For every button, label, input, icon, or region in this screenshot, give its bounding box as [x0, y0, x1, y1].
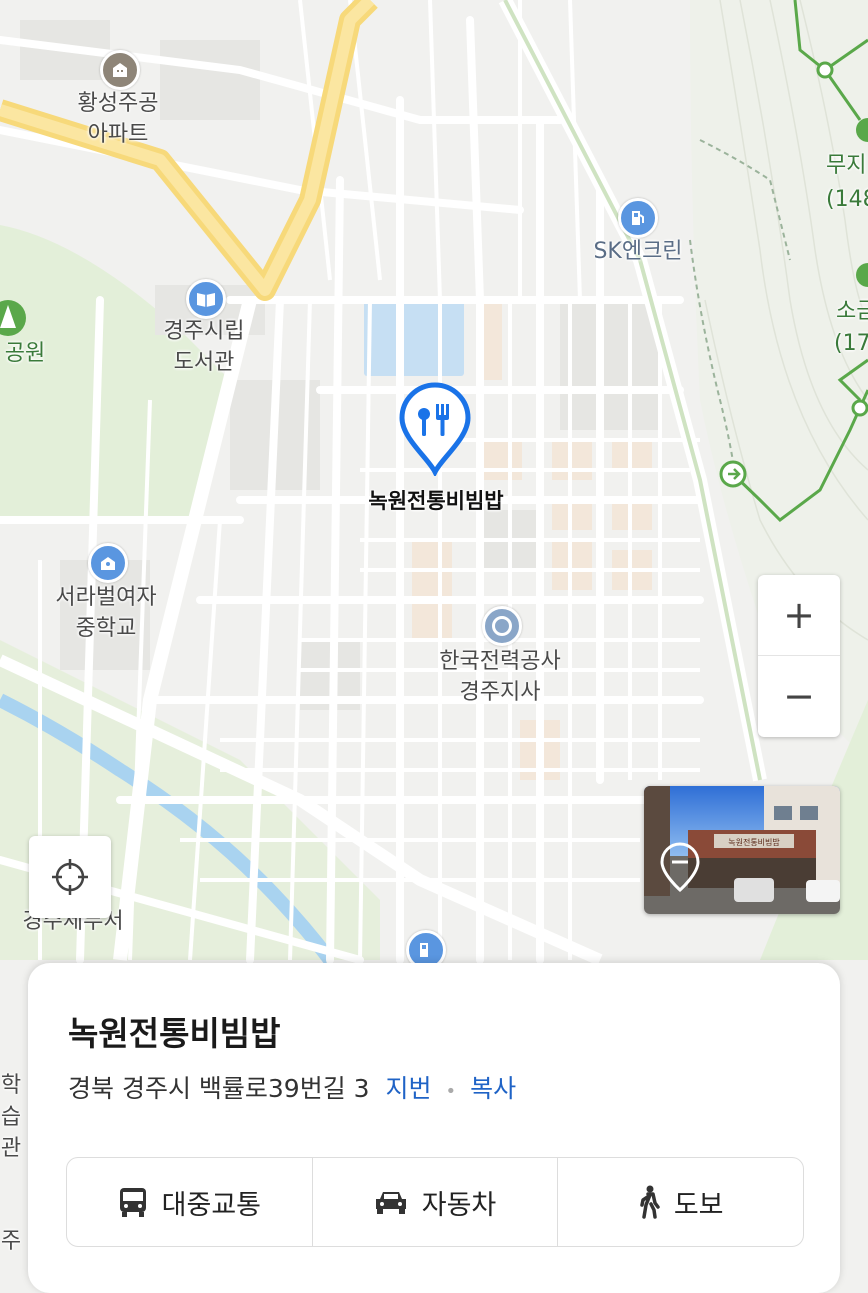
storefront-photo: 녹원전통비빔밥	[644, 786, 840, 914]
library-icon[interactable]	[186, 279, 226, 319]
place-name: 녹원전통비빔밥	[68, 1014, 281, 1053]
mountain1-label[interactable]: 무지	[826, 150, 868, 181]
walk-button[interactable]: 도보	[557, 1158, 803, 1246]
apartment-label[interactable]: 황성주공 아파트	[48, 88, 188, 150]
left-edge-label-2: 습관	[0, 1105, 22, 1161]
zoom-control: + −	[758, 575, 840, 737]
separator-dot: •	[445, 1081, 457, 1102]
library-label[interactable]: 경주시립 도서관	[134, 316, 274, 378]
mountain1-height: (148	[826, 187, 868, 212]
car-label: 자동차	[421, 1189, 497, 1221]
car-icon	[375, 1192, 406, 1214]
copy-link[interactable]: 복사	[470, 1074, 516, 1103]
crosshair-icon	[52, 859, 88, 895]
bus-icon	[119, 1188, 146, 1217]
place-marker[interactable]	[398, 382, 472, 478]
current-location-button[interactable]	[29, 836, 111, 918]
place-info-sheet: 녹원전통비빔밥 경북 경주시 백률로39번길 3 지번 • 복사 대중교통 자동…	[28, 963, 840, 1293]
jibun-link[interactable]: 지번	[386, 1074, 432, 1103]
mountain2-label[interactable]: 소금	[836, 296, 868, 327]
car-button[interactable]: 자동차	[311, 1158, 558, 1246]
transit-label: 대중교통	[161, 1189, 262, 1221]
street-view-thumbnail[interactable]: 녹원전통비빔밥	[644, 786, 840, 914]
restaurant-marker-icon	[399, 382, 471, 478]
school-icon[interactable]	[88, 543, 128, 583]
gas-station-label[interactable]: SK엔크린	[578, 236, 698, 267]
kepco-icon[interactable]	[482, 606, 522, 646]
directions-buttons: 대중교통 자동차 도보	[66, 1157, 804, 1247]
walk-icon	[640, 1185, 660, 1219]
place-address-row: 경북 경주시 백률로39번길 3 지번 • 복사	[68, 1069, 516, 1105]
transit-button[interactable]: 대중교통	[67, 1158, 312, 1246]
gas-station-icon[interactable]	[618, 198, 658, 238]
park-label[interactable]: 공원	[0, 338, 60, 369]
left-edge-label-1: 학	[0, 1073, 22, 1098]
school-label[interactable]: 서라벌여자 중학교	[36, 582, 176, 644]
storefront-sign: 녹원전통비빔밥	[728, 837, 780, 847]
zoom-in-button[interactable]: +	[758, 575, 840, 656]
mountain2-height: (17	[834, 331, 868, 356]
kepco-label[interactable]: 한국전력공사 경주지사	[410, 646, 590, 708]
apartment-icon[interactable]	[100, 50, 140, 90]
left-edge-label-3: 주	[0, 1229, 22, 1254]
zoom-out-button[interactable]: −	[758, 656, 840, 736]
walk-label: 도보	[673, 1189, 724, 1221]
selected-place-map-label[interactable]: 녹원전통비빔밥	[336, 485, 536, 515]
place-address: 경북 경주시 백률로39번길 3	[68, 1074, 370, 1103]
